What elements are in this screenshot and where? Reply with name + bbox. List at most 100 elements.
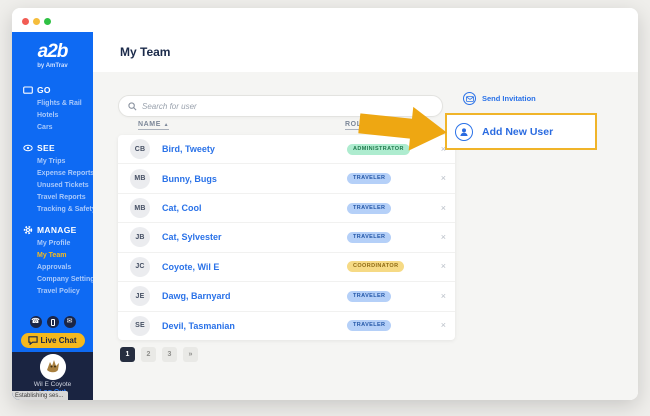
sidebar-item-cars[interactable]: Cars bbox=[37, 122, 93, 134]
browser-status-text: Establishing ses... bbox=[12, 391, 69, 400]
user-name-link[interactable]: Cat, Sylvester bbox=[162, 232, 222, 242]
table-row: MB Bunny, Bugs TRAVELER × bbox=[118, 163, 455, 192]
nav-section-see: SEE My Trips Expense Reports Unused Tick… bbox=[23, 143, 96, 216]
page-button-2[interactable]: 2 bbox=[141, 347, 156, 362]
row-avatar: MB bbox=[130, 198, 150, 219]
search-input[interactable] bbox=[142, 101, 433, 111]
envelope-icon bbox=[465, 95, 474, 102]
user-name-link[interactable]: Devil, Tasmanian bbox=[162, 321, 235, 331]
row-avatar: JB bbox=[130, 227, 150, 248]
remove-user-icon[interactable]: × bbox=[441, 203, 446, 213]
send-invitation-label: Send Invitation bbox=[482, 94, 536, 103]
column-header-name[interactable]: NAME ▲ bbox=[138, 121, 170, 130]
add-new-user-label: Add New User bbox=[482, 125, 554, 138]
nav-section-label: GO bbox=[37, 85, 51, 95]
user-name: Wil E Coyote bbox=[33, 381, 72, 388]
nav-section-label: SEE bbox=[37, 143, 55, 153]
envelope-circle-icon bbox=[463, 92, 476, 105]
role-badge: COORDINATOR bbox=[347, 261, 405, 273]
row-avatar: CB bbox=[130, 139, 150, 160]
logo[interactable]: a2b by AmTrav bbox=[12, 32, 93, 69]
nav-section-manage-header: MANAGE bbox=[23, 225, 93, 235]
coyote-avatar-image bbox=[39, 354, 66, 380]
live-chat-label: Live Chat bbox=[40, 336, 77, 345]
row-avatar: SE bbox=[130, 315, 150, 336]
main-header: My Team bbox=[93, 32, 638, 72]
window-titlebar bbox=[12, 8, 638, 32]
avatar[interactable] bbox=[39, 354, 66, 380]
sidebar-item-my-profile[interactable]: My Profile bbox=[37, 238, 93, 250]
column-header-role[interactable]: ROLE bbox=[345, 121, 367, 130]
mobile-icon[interactable] bbox=[46, 316, 59, 328]
table-row: SE Devil, Tasmanian TRAVELER × bbox=[118, 310, 455, 340]
send-invitation-button[interactable]: Send Invitation bbox=[463, 92, 536, 105]
nav-section-manage: MANAGE My Profile My Team Approvals Comp… bbox=[23, 225, 98, 298]
page-button-3[interactable]: 3 bbox=[162, 347, 177, 362]
sidebar-item-company-settings[interactable]: Company Settings bbox=[37, 274, 98, 286]
add-new-user-button[interactable]: Add New User bbox=[445, 113, 597, 150]
column-name-label: NAME bbox=[138, 121, 162, 128]
nav-section-go-header: GO bbox=[23, 85, 93, 95]
sidebar-item-expense-reports[interactable]: Expense Reports bbox=[37, 168, 94, 180]
search-icon bbox=[128, 101, 137, 110]
row-avatar: JC bbox=[130, 256, 150, 277]
user-name-link[interactable]: Dawg, Barnyard bbox=[162, 291, 231, 301]
person-icon bbox=[460, 127, 468, 136]
role-badge: ADMINISTRATOR bbox=[347, 143, 410, 155]
chat-bubble-icon bbox=[27, 336, 38, 345]
sidebar-item-my-trips[interactable]: My Trips bbox=[37, 156, 93, 168]
contact-icons: ☎ ✉ bbox=[12, 316, 93, 328]
next-page-button[interactable]: » bbox=[183, 347, 198, 362]
role-badge: TRAVELER bbox=[347, 231, 392, 243]
zoom-window-icon[interactable] bbox=[44, 18, 51, 25]
table-row: JE Dawg, Barnyard TRAVELER × bbox=[118, 281, 455, 310]
nav-section-see-header: SEE bbox=[23, 143, 93, 153]
sort-ascending-icon: ▲ bbox=[163, 122, 170, 128]
main-content: My Team NAME ▲ ROLE CB Bird, Tweety ADMI… bbox=[93, 32, 638, 400]
briefcase-icon bbox=[23, 86, 33, 94]
search-bar bbox=[118, 95, 443, 117]
column-role-label: ROLE bbox=[345, 121, 367, 128]
role-badge: TRAVELER bbox=[347, 173, 392, 185]
nav-section-label: MANAGE bbox=[37, 225, 77, 235]
browser-window: a2b by AmTrav GO Flights & Rail Hotels C… bbox=[12, 8, 638, 400]
row-avatar: MB bbox=[130, 168, 150, 189]
page-title: My Team bbox=[120, 45, 171, 59]
sidebar-item-travel-reports[interactable]: Travel Reports bbox=[37, 192, 93, 204]
sidebar-item-travel-policy[interactable]: Travel Policy bbox=[37, 286, 93, 298]
user-name-link[interactable]: Cat, Cool bbox=[162, 203, 202, 213]
sidebar-item-my-team[interactable]: My Team bbox=[37, 250, 93, 262]
email-icon[interactable]: ✉ bbox=[63, 316, 76, 328]
eye-icon bbox=[23, 144, 33, 152]
table-row: JB Cat, Sylvester TRAVELER × bbox=[118, 222, 455, 251]
table-row: JC Coyote, Wil E COORDINATOR × bbox=[118, 251, 455, 281]
remove-user-icon[interactable]: × bbox=[441, 262, 446, 271]
nav-section-go: GO Flights & Rail Hotels Cars bbox=[23, 85, 93, 134]
table-row: MB Cat, Cool TRAVELER × bbox=[118, 192, 455, 222]
page-button-1[interactable]: 1 bbox=[120, 347, 135, 362]
role-badge: TRAVELER bbox=[347, 290, 392, 302]
table-row: CB Bird, Tweety ADMINISTRATOR × bbox=[118, 135, 455, 163]
live-chat-button[interactable]: Live Chat bbox=[20, 333, 85, 348]
remove-user-icon[interactable]: × bbox=[441, 174, 446, 183]
team-table: CB Bird, Tweety ADMINISTRATOR × MB Bunny… bbox=[118, 135, 455, 340]
phone-icon[interactable]: ☎ bbox=[29, 316, 42, 328]
sidebar-item-approvals[interactable]: Approvals bbox=[37, 262, 93, 274]
user-name-link[interactable]: Bird, Tweety bbox=[162, 144, 215, 154]
sidebar-item-hotels[interactable]: Hotels bbox=[37, 110, 93, 122]
user-name-link[interactable]: Bunny, Bugs bbox=[162, 174, 217, 184]
sidebar-item-unused-tickets[interactable]: Unused Tickets bbox=[37, 180, 93, 192]
remove-user-icon[interactable]: × bbox=[441, 291, 446, 301]
remove-user-icon[interactable]: × bbox=[441, 232, 446, 242]
role-badge: TRAVELER bbox=[347, 202, 392, 214]
remove-user-icon[interactable]: × bbox=[441, 321, 446, 330]
minimize-window-icon[interactable] bbox=[33, 18, 40, 25]
sidebar-item-tracking-safety[interactable]: Tracking & Safety bbox=[37, 204, 96, 216]
sidebar: a2b by AmTrav GO Flights & Rail Hotels C… bbox=[12, 32, 98, 400]
user-name-link[interactable]: Coyote, Wil E bbox=[162, 262, 219, 272]
sidebar-nav: GO Flights & Rail Hotels Cars SEE My Tri… bbox=[12, 69, 98, 298]
pagination: 1 2 3 » bbox=[120, 347, 198, 362]
close-window-icon[interactable] bbox=[22, 18, 29, 25]
sidebar-item-flights-rail[interactable]: Flights & Rail bbox=[37, 98, 93, 110]
gear-icon bbox=[23, 225, 33, 235]
